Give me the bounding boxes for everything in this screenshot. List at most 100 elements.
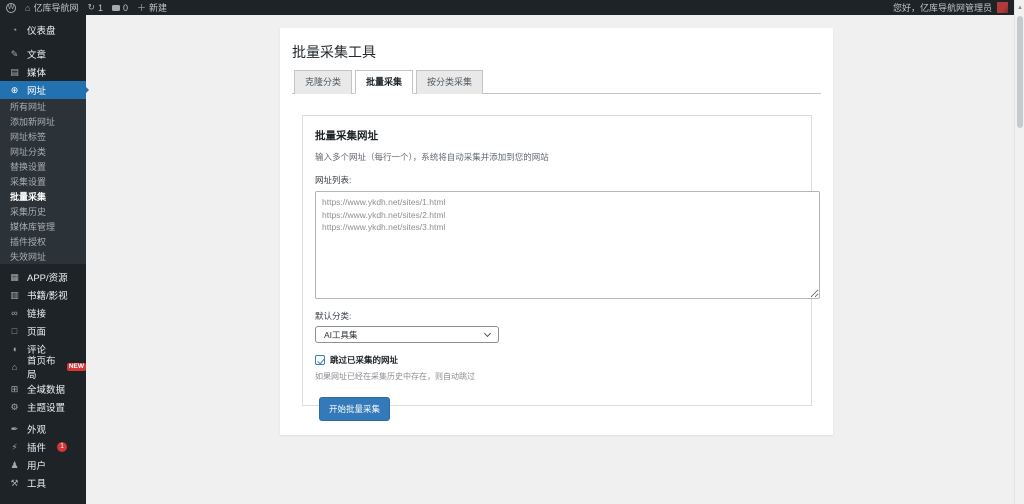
default-category-label: 默认分类: (315, 310, 799, 322)
menu-item-label: 页面 (27, 324, 46, 338)
submenu-collect-history[interactable]: 采集历史 (0, 204, 86, 219)
cart-icon: ⊞ (9, 384, 20, 395)
admin-greeting[interactable]: 您好，亿库导航网管理员 (893, 1, 992, 14)
admin-sidebar-menu: ◔ 仪表盘 ✎ 文章 ▤ 媒体 ⊕ 网址 所有网址 (0, 15, 86, 504)
sidebar-item-pages[interactable]: □ 页面 (0, 322, 86, 340)
comment-bubble-icon (112, 5, 120, 11)
admin-bar-new[interactable]: ＋ 新建 (137, 1, 167, 14)
submenu-replace-settings[interactable]: 替换设置 (0, 159, 86, 174)
plus-icon: ＋ (137, 1, 146, 14)
submenu-all-urls[interactable]: 所有网址 (0, 99, 86, 114)
wordpress-logo-icon[interactable]: W (6, 3, 16, 13)
admin-bar-comments[interactable]: 0 (112, 3, 128, 13)
menu-item-label: 添加新网址 (10, 115, 55, 128)
chevron-down-icon (484, 329, 491, 336)
media-icon: ▤ (9, 67, 20, 78)
tab-label: 按分类采集 (427, 77, 472, 87)
default-category-select[interactable]: AI工具集 (315, 326, 499, 343)
book-icon: ▥ (9, 290, 20, 301)
menu-item-label: 网址标签 (10, 130, 46, 143)
menu-item-label: 首页布局 (27, 353, 56, 381)
admin-bar-site-link[interactable]: ⌂ 亿库导航网 (25, 1, 78, 14)
submenu-collect-settings[interactable]: 采集设置 (0, 174, 86, 189)
submenu-url-tags[interactable]: 网址标签 (0, 129, 86, 144)
pages-icon: □ (9, 326, 20, 336)
menu-item-label: 媒体 (27, 65, 46, 79)
submenu-media-library-manage[interactable]: 媒体库管理 (0, 219, 86, 234)
dashboard-icon: ◔ (9, 25, 20, 35)
page-title: 批量采集工具 (292, 42, 821, 62)
sidebar-item-tools[interactable]: ⚒ 工具 (0, 474, 86, 492)
tab-batch-collect[interactable]: 批量采集 (355, 70, 413, 94)
skip-collected-row: 跳过已采集的网址 (315, 354, 799, 366)
scrollbar-thumb[interactable] (1017, 16, 1023, 128)
submenu-add-new-url[interactable]: 添加新网址 (0, 114, 86, 129)
menu-item-label: 采集设置 (10, 175, 46, 188)
menu-item-label: 媒体库管理 (10, 220, 55, 233)
skip-help-text: 如果网址已经在采集历史中存在，则自动跳过 (315, 371, 799, 382)
submenu-plugin-license[interactable]: 插件授权 (0, 234, 86, 249)
tab-clone-category[interactable]: 克隆分类 (294, 70, 352, 94)
link-icon: ∞ (9, 308, 20, 318)
start-batch-collect-button[interactable]: 开始批量采集 (319, 397, 390, 421)
sidebar-item-dashboard[interactable]: ◔ 仪表盘 (0, 21, 86, 39)
menu-item-label: 插件 (27, 440, 46, 454)
tab-bar: 克隆分类 批量采集 按分类采集 (292, 70, 821, 94)
menu-item-label: 批量采集 (10, 190, 46, 203)
menu-item-label: 链接 (27, 306, 46, 320)
sidebar-item-media[interactable]: ▤ 媒体 (0, 63, 86, 81)
sidebar-item-users[interactable]: ♟ 用户 (0, 456, 86, 474)
comment-bubble-icon: ◖ (9, 344, 20, 354)
site-name: 亿库导航网 (33, 1, 78, 14)
sidebar-item-posts[interactable]: ✎ 文章 (0, 45, 86, 63)
admin-bar-updates[interactable]: ↻ 1 (87, 2, 103, 13)
sidebar-item-global-data[interactable]: ⊞ 全域数据 (0, 380, 86, 398)
sidebar-item-plugins[interactable]: ⚡ 插件 1 (0, 438, 86, 456)
sidebar-item-urls[interactable]: ⊕ 网址 (0, 81, 86, 99)
window-scrollbar[interactable]: ▲ (1014, 0, 1024, 504)
submenu-batch-collect[interactable]: 批量采集 (0, 189, 86, 204)
url-list-textarea[interactable] (315, 191, 820, 299)
menu-item-label: 网址 (27, 83, 46, 97)
wrench-icon: ⚒ (9, 478, 20, 489)
menu-item-label: 外观 (27, 422, 46, 436)
selected-category-value: AI工具集 (324, 329, 358, 341)
menu-item-label: 书籍/影视 (27, 288, 68, 302)
menu-item-label: 采集历史 (10, 205, 46, 218)
menu-item-label: 替换设置 (10, 160, 46, 173)
panel-title: 批量采集网址 (315, 128, 799, 143)
sidebar-item-app-resources[interactable]: ▦ APP/资源 (0, 268, 86, 286)
tab-collect-by-category[interactable]: 按分类采集 (416, 70, 483, 94)
new-label: 新建 (149, 1, 167, 14)
menu-item-label: APP/资源 (27, 270, 68, 284)
scroll-up-arrow-icon[interactable]: ▲ (1015, 5, 1024, 11)
menu-item-label: 主题设置 (27, 400, 65, 414)
sidebar-item-home-layout[interactable]: ⌂ 首页布局 NEW (0, 358, 86, 376)
skip-collected-checkbox[interactable] (315, 355, 325, 365)
batch-collect-panel: 批量采集网址 输入多个网址（每行一个），系统将自动采集并添加到您的网站 网址列表… (302, 115, 812, 406)
menu-item-label: 插件授权 (10, 235, 46, 248)
user-avatar[interactable] (997, 2, 1008, 13)
home-icon: ⌂ (25, 3, 30, 13)
update-count: 1 (98, 3, 103, 13)
home-icon: ⌂ (9, 362, 20, 372)
tab-label: 克隆分类 (305, 77, 341, 87)
skip-collected-label: 跳过已采集的网址 (330, 354, 398, 366)
plugin-icon: ⚡ (9, 442, 20, 453)
sidebar-item-theme-settings[interactable]: ⚙ 主题设置 (0, 398, 86, 416)
tool-card: 批量采集工具 克隆分类 批量采集 按分类采集 批量采集网址 输入多个网址（每行一… (280, 28, 833, 435)
pushpin-icon: ✎ (9, 49, 20, 60)
menu-item-label: 用户 (27, 458, 46, 472)
update-icon: ↻ (87, 2, 95, 13)
comment-count: 0 (123, 3, 128, 13)
globe-icon: ⊕ (9, 85, 20, 96)
sidebar-item-books-video[interactable]: ▥ 书籍/影视 (0, 286, 86, 304)
admin-bar: W ⌂ 亿库导航网 ↻ 1 0 ＋ 新建 您好，亿库导航网管理员 (0, 0, 1014, 15)
submenu-dead-urls[interactable]: 失效网址 (0, 249, 86, 264)
menu-item-label: 失效网址 (10, 250, 46, 263)
wordpress-admin-page: W ⌂ 亿库导航网 ↻ 1 0 ＋ 新建 您好，亿库导航网管理员 (0, 0, 1024, 504)
sidebar-item-appearance[interactable]: ✒ 外观 (0, 420, 86, 438)
sidebar-item-links[interactable]: ∞ 链接 (0, 304, 86, 322)
submenu-url-categories[interactable]: 网址分类 (0, 144, 86, 159)
admin-content-area: 批量采集工具 克隆分类 批量采集 按分类采集 批量采集网址 输入多个网址（每行一… (86, 15, 1014, 504)
